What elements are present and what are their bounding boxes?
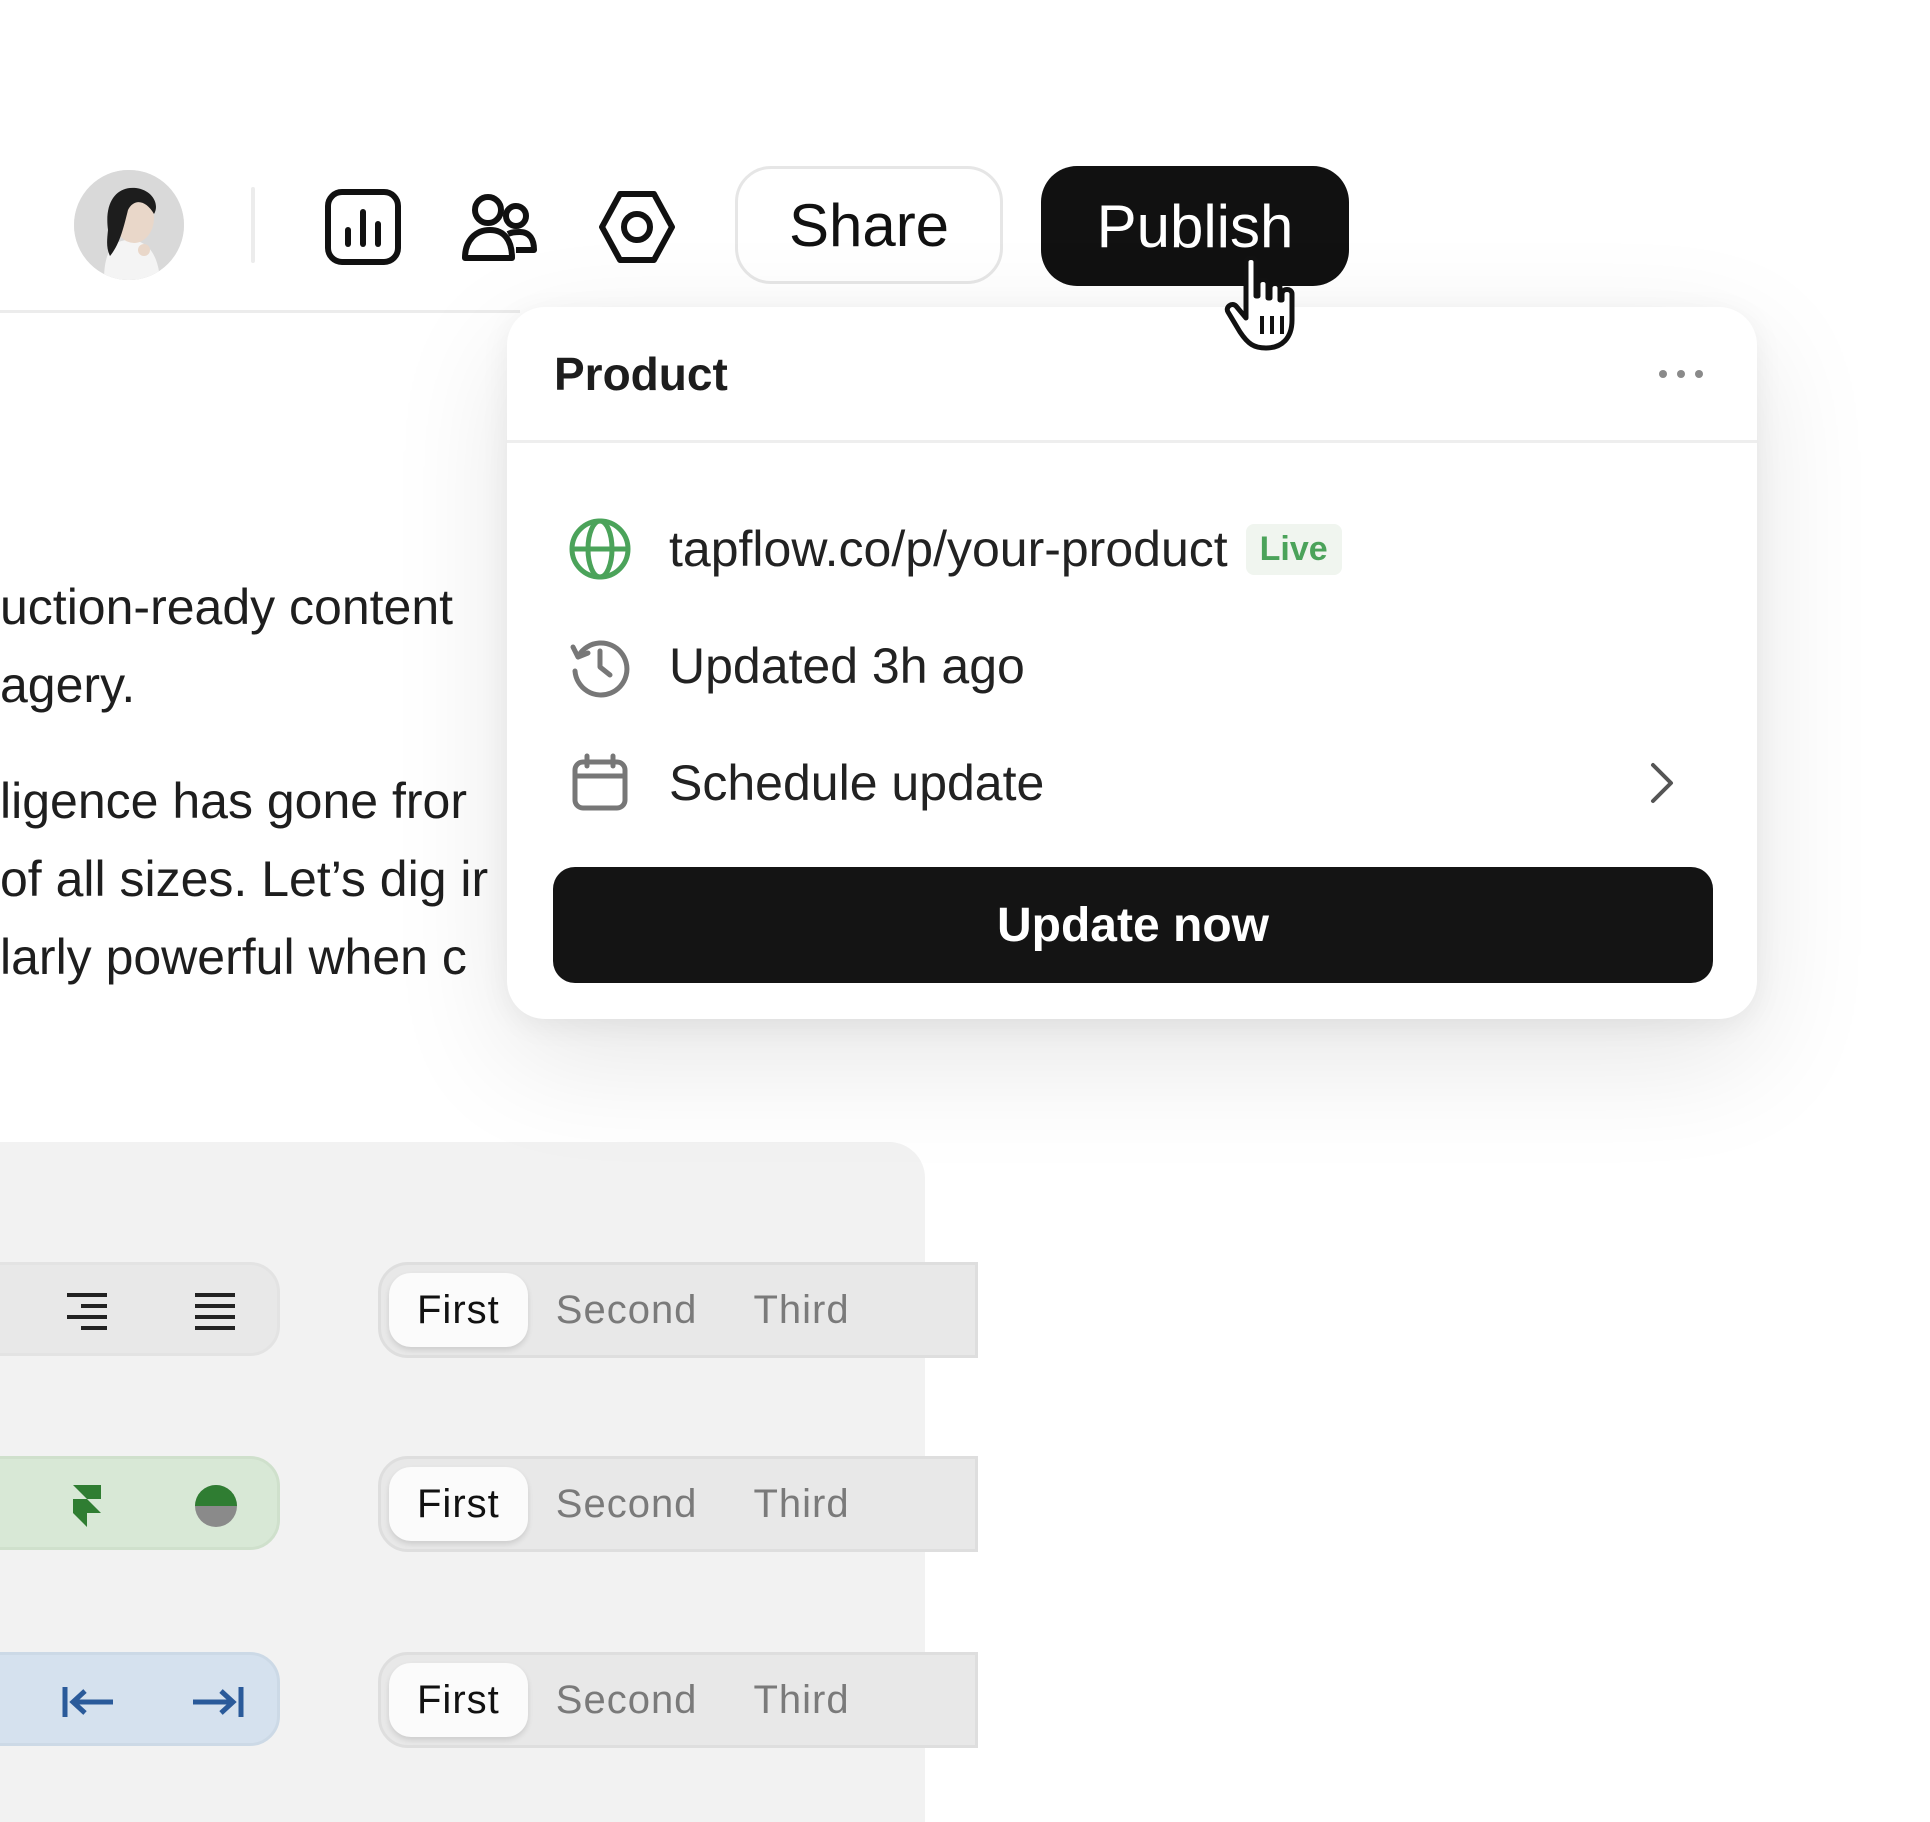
article-line: agery.	[0, 657, 136, 713]
indent-arrow-icon[interactable]	[189, 1683, 245, 1721]
published-url[interactable]: tapflow.co/p/your-product	[669, 520, 1228, 578]
schedule-update-row[interactable]: Schedule update	[567, 743, 1697, 823]
segment-second[interactable]: Second	[528, 1663, 726, 1737]
segment-first[interactable]: First	[389, 1273, 528, 1347]
segmented-control: First Second Third	[378, 1456, 978, 1552]
article-line: uction-ready content	[0, 579, 454, 635]
analytics-icon[interactable]	[324, 188, 402, 266]
brand-toggle-control	[0, 1456, 280, 1550]
users-icon[interactable]	[460, 188, 538, 266]
publish-popover: Product tapflow.co/p/your-product Live U…	[507, 307, 1757, 1019]
half-circle-icon[interactable]	[193, 1483, 239, 1529]
text-align-control	[0, 1262, 280, 1356]
history-icon	[570, 640, 630, 698]
more-options-icon[interactable]	[1659, 367, 1709, 381]
toolbar-bottom-divider	[0, 310, 520, 313]
update-now-button[interactable]: Update now	[553, 867, 1713, 983]
hand-cursor-icon	[1222, 254, 1310, 354]
segment-third[interactable]: Third	[725, 1273, 877, 1347]
outdent-arrow-icon[interactable]	[61, 1683, 117, 1721]
published-url-row[interactable]: tapflow.co/p/your-product Live	[567, 509, 1697, 589]
user-avatar[interactable]	[74, 170, 184, 280]
chevron-right-icon	[1651, 763, 1673, 803]
segmented-control: First Second Third	[378, 1652, 978, 1748]
segment-second[interactable]: Second	[528, 1273, 726, 1347]
article-line: of all sizes. Let’s dig ir	[0, 851, 489, 907]
segment-first[interactable]: First	[389, 1663, 528, 1737]
segment-third[interactable]: Third	[725, 1663, 877, 1737]
segment-first[interactable]: First	[389, 1467, 528, 1541]
updated-row: Updated 3h ago	[567, 626, 1697, 706]
article-text: uction-ready content agery. ligence has …	[0, 568, 510, 996]
indent-control	[0, 1652, 280, 1746]
article-line: ligence has gone fror	[0, 773, 467, 829]
updated-time-text: Updated 3h ago	[669, 638, 1025, 694]
popover-header: Product	[507, 307, 1757, 443]
globe-icon	[569, 518, 631, 580]
schedule-update-label: Schedule update	[669, 755, 1045, 811]
align-justify-icon[interactable]	[191, 1291, 239, 1331]
controls-panel: First Second Third First Second Third Fi…	[0, 1142, 978, 1822]
settings-icon[interactable]	[598, 188, 676, 266]
live-status-badge: Live	[1245, 523, 1342, 575]
framer-icon[interactable]	[69, 1483, 105, 1529]
align-right-icon[interactable]	[63, 1291, 111, 1331]
segment-second[interactable]: Second	[528, 1467, 726, 1541]
calendar-icon	[572, 753, 628, 811]
article-line: larly powerful when c	[0, 929, 467, 985]
segment-third[interactable]: Third	[725, 1467, 877, 1541]
toolbar-separator	[251, 187, 255, 263]
share-button[interactable]: Share	[735, 166, 1003, 284]
segmented-control: First Second Third	[378, 1262, 978, 1358]
popover-title: Product	[554, 347, 728, 400]
